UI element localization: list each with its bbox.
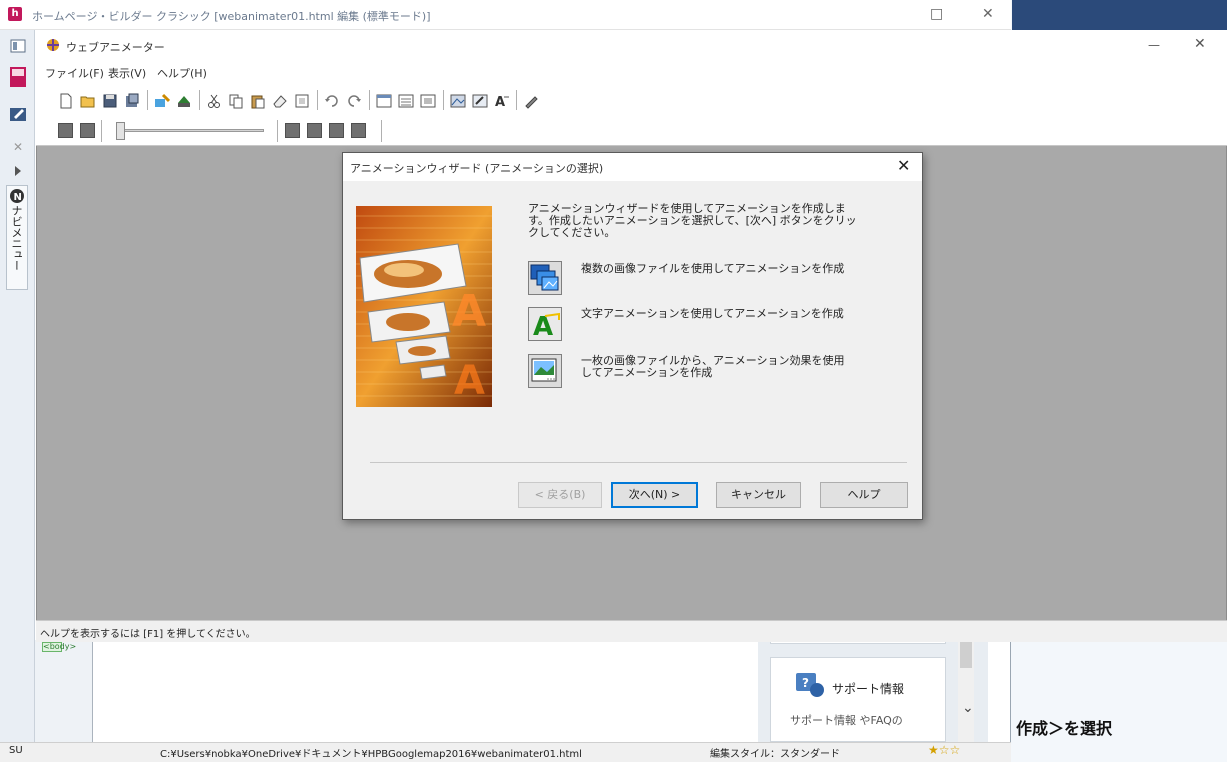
frame-icon[interactable] xyxy=(294,93,310,108)
web-animator-app-icon xyxy=(45,37,61,53)
go-last-button[interactable] xyxy=(351,123,366,138)
support-info-icon: ? xyxy=(795,672,825,698)
cut-icon[interactable] xyxy=(206,93,222,108)
stop-button[interactable] xyxy=(307,123,322,138)
option-single-image-button[interactable] xyxy=(528,354,562,388)
next-button[interactable]: 次へ(N) > xyxy=(611,482,698,508)
text-effect-icon[interactable]: A xyxy=(494,93,510,110)
wizard-illustration: A A xyxy=(356,206,492,407)
page-icon[interactable] xyxy=(9,66,27,87)
status-rating[interactable]: ★☆☆ xyxy=(928,743,960,757)
status-file-path: C:¥Users¥nobka¥OneDrive¥ドキュメント¥HPBGoogle… xyxy=(160,749,582,760)
frame-slider-track[interactable] xyxy=(118,129,264,132)
scrollbar-thumb[interactable] xyxy=(960,640,972,668)
new-file-icon[interactable] xyxy=(58,93,74,109)
expand-arrow-icon[interactable] xyxy=(9,162,27,180)
svg-text:?: ? xyxy=(802,676,809,690)
image-edit-icon[interactable] xyxy=(472,93,488,108)
option-text-animation-label[interactable]: 文字アニメーションを使用してアニメーションを作成 xyxy=(581,308,844,320)
support-card-subtitle: サポート情報 やFAQの xyxy=(790,714,903,727)
toolbar-separator xyxy=(369,90,370,110)
single-image-icon xyxy=(529,358,561,390)
preview-window-icon[interactable] xyxy=(420,93,436,108)
save-icon[interactable] xyxy=(102,93,118,108)
host-left-toolbar xyxy=(0,30,35,742)
redo-icon[interactable] xyxy=(346,93,362,107)
navi-menu-label: ナビメニュー xyxy=(10,205,23,271)
menu-view[interactable]: 表示(V) xyxy=(108,65,146,81)
toolbar-separator xyxy=(317,90,318,110)
go-first-button[interactable] xyxy=(58,123,73,138)
pen-icon[interactable] xyxy=(523,93,539,109)
wizard-intro-text: アニメーションウィザードを使用してアニメーションを作成します。作成したいアニメー… xyxy=(528,202,857,239)
host-window-title: ホームページ・ビルダー クラシック [webanimater01.html 編集… xyxy=(32,10,431,23)
cancel-button[interactable]: キャンセル xyxy=(716,482,801,508)
status-edit-style: 編集スタイル：スタンダード xyxy=(710,749,840,760)
option-multi-images-label[interactable]: 複数の画像ファイルを使用してアニメーションを作成 xyxy=(581,263,844,275)
properties-icon[interactable] xyxy=(376,93,392,108)
navi-icon: N xyxy=(9,188,25,204)
svg-text:A: A xyxy=(495,95,505,109)
frame-list-icon[interactable] xyxy=(398,93,414,108)
edit-icon[interactable] xyxy=(9,105,27,123)
svg-text:✕: ✕ xyxy=(13,140,23,154)
menu-bar xyxy=(36,60,1227,84)
background-window-strip xyxy=(1012,0,1227,30)
option-multi-images-button[interactable] xyxy=(528,261,562,295)
app-logo-icon: h xyxy=(8,7,22,21)
editor-document-area[interactable] xyxy=(92,640,757,742)
status-mode: SU xyxy=(9,745,23,756)
close-panel-icon[interactable]: ✕ xyxy=(9,138,27,156)
dialog-separator xyxy=(370,462,907,463)
toolbar-separator xyxy=(147,90,148,110)
layout-icon[interactable] xyxy=(9,37,27,55)
host-maximize-button[interactable]: □ xyxy=(930,6,943,22)
add-image-icon[interactable] xyxy=(154,93,171,107)
go-next-button[interactable] xyxy=(329,123,344,138)
frame-slider-thumb[interactable] xyxy=(116,122,125,140)
toolbar-separator xyxy=(199,90,200,110)
help-button[interactable]: ヘルプ xyxy=(820,482,908,508)
option-single-image-label[interactable]: 一枚の画像ファイルから、アニメーション効果を使用してアニメーションを作成 xyxy=(581,355,851,379)
open-folder-icon[interactable] xyxy=(80,93,96,108)
menu-file[interactable]: ファイル(F) xyxy=(45,65,104,81)
web-animator-title: ウェブアニメーター xyxy=(66,41,165,54)
toolbar-separator xyxy=(516,90,517,110)
web-animator-minimize-button[interactable]: — xyxy=(1148,38,1160,52)
play-button[interactable] xyxy=(285,123,300,138)
support-card-title: サポート情報 xyxy=(832,682,905,696)
toolbar-separator xyxy=(381,120,382,142)
back-button[interactable]: < 戻る(B) xyxy=(518,482,602,508)
status-help-text: ヘルプを表示するには [F1] を押してください。 xyxy=(40,629,256,640)
save-as-icon[interactable] xyxy=(124,93,140,107)
support-card[interactable] xyxy=(770,657,946,742)
text-animation-icon: A xyxy=(529,308,561,343)
image-effect-icon[interactable] xyxy=(450,93,466,108)
svg-text:A: A xyxy=(452,286,486,337)
undo-icon[interactable] xyxy=(324,93,340,107)
svg-text:A: A xyxy=(454,358,485,404)
dialog-close-button[interactable]: ✕ xyxy=(897,156,910,175)
toolbar-separator xyxy=(277,120,278,142)
chevron-down-icon[interactable]: ⌄ xyxy=(962,700,974,716)
dialog-title: アニメーションウィザード (アニメーションの選択) xyxy=(350,162,604,175)
menu-help[interactable]: ヘルプ(H) xyxy=(157,65,207,81)
toolbar-separator xyxy=(443,90,444,110)
host-close-button[interactable]: ✕ xyxy=(982,6,994,22)
play-icon[interactable] xyxy=(176,93,192,107)
web-animator-close-button[interactable]: ✕ xyxy=(1194,36,1206,52)
toolbar-separator xyxy=(101,120,102,142)
body-tag-marker[interactable]: <body> xyxy=(42,642,76,652)
go-previous-button[interactable] xyxy=(80,123,95,138)
eraser-icon[interactable] xyxy=(272,93,288,108)
caption-text: 作成＞を選択 xyxy=(1016,719,1113,738)
multi-images-icon xyxy=(529,264,561,297)
paste-icon[interactable] xyxy=(250,93,266,109)
option-text-animation-button[interactable]: A xyxy=(528,307,562,343)
web-animator-titlebar xyxy=(36,30,1227,60)
editor-gutter xyxy=(35,640,92,742)
svg-text:N: N xyxy=(14,192,22,203)
copy-icon[interactable] xyxy=(228,93,244,109)
